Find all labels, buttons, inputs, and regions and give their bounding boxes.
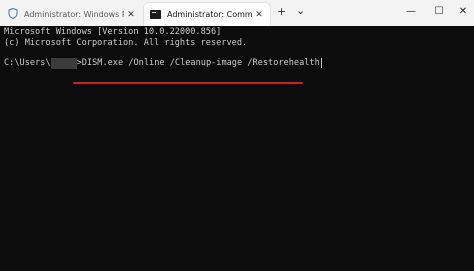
text-cursor: [320, 58, 322, 68]
maximize-button[interactable]: ☐: [428, 3, 450, 21]
tab-label: Administrator: Windows Powe: [24, 10, 124, 19]
minimize-button[interactable]: —: [400, 3, 422, 21]
prompt-path: C:\Users\: [4, 58, 51, 68]
terminal-output[interactable]: Microsoft Windows [Version 10.0.22000.85…: [0, 26, 474, 271]
command-prompt-icon: [150, 10, 161, 19]
close-window-button[interactable]: ✕: [452, 3, 474, 21]
close-tab-icon[interactable]: ✕: [252, 10, 266, 20]
powershell-shield-icon: [8, 7, 18, 21]
title-bar: Administrator: Windows Powe ✕ Administra…: [0, 0, 474, 26]
tab-dropdown-chevron-icon[interactable]: ⌄: [296, 4, 305, 18]
version-line: Microsoft Windows [Version 10.0.22000.85…: [4, 27, 222, 37]
copyright-line: (c) Microsoft Corporation. All rights re…: [4, 38, 248, 48]
tab-label: Administrator: Command Pro: [167, 10, 252, 19]
tab-windows-powershell[interactable]: Administrator: Windows Powe ✕: [2, 3, 142, 26]
tab-command-prompt[interactable]: Administrator: Command Pro ✕: [144, 3, 270, 26]
new-tab-button[interactable]: +: [277, 5, 286, 19]
dism-command: DISM.exe /Online /Cleanup-image /Restore…: [81, 58, 320, 68]
redacted-username: [50, 58, 77, 69]
command-prompt-line: C:\Users\ >DISM.exe /Online /Cleanup-imag…: [4, 58, 322, 69]
command-highlight-underline: [73, 82, 303, 84]
close-tab-icon[interactable]: ✕: [124, 10, 138, 20]
